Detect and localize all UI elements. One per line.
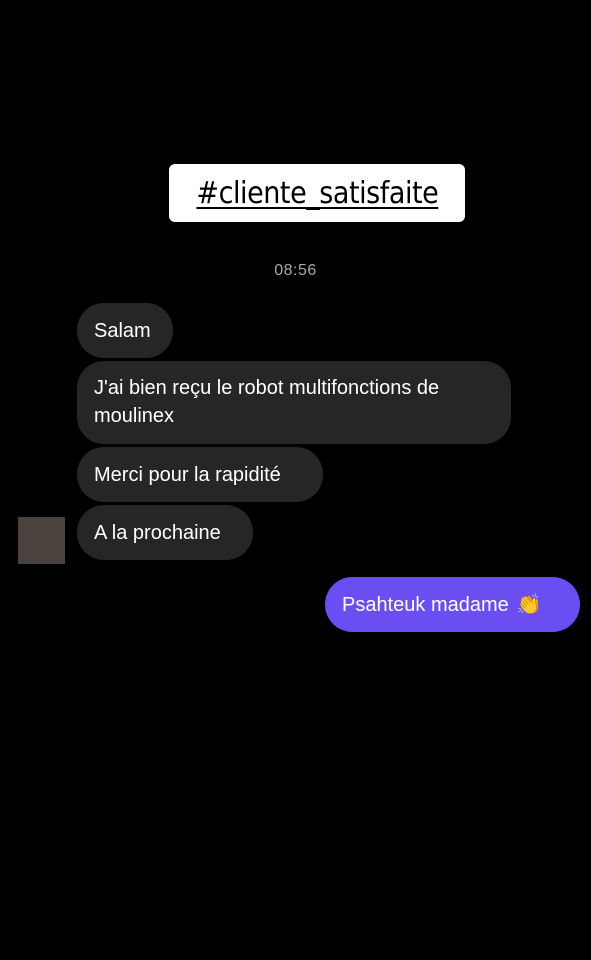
- clapping-hands-icon: 👏: [516, 593, 542, 616]
- received-message-1[interactable]: Salam: [77, 303, 173, 358]
- hashtag-sticker: #cliente_satisfaite: [169, 164, 465, 222]
- message-timestamp: 08:56: [274, 262, 317, 279]
- received-message-2[interactable]: J'ai bien reçu le robot multifonctions d…: [77, 361, 511, 444]
- sent-message[interactable]: Psahteuk madame 👏: [325, 577, 580, 632]
- avatar[interactable]: [18, 517, 65, 564]
- hashtag-text: #cliente_satisfaite: [196, 175, 438, 211]
- sent-message-text: Psahteuk madame: [342, 593, 509, 616]
- received-message-4[interactable]: A la prochaine: [77, 505, 253, 560]
- received-message-3[interactable]: Merci pour la rapidité: [77, 447, 323, 502]
